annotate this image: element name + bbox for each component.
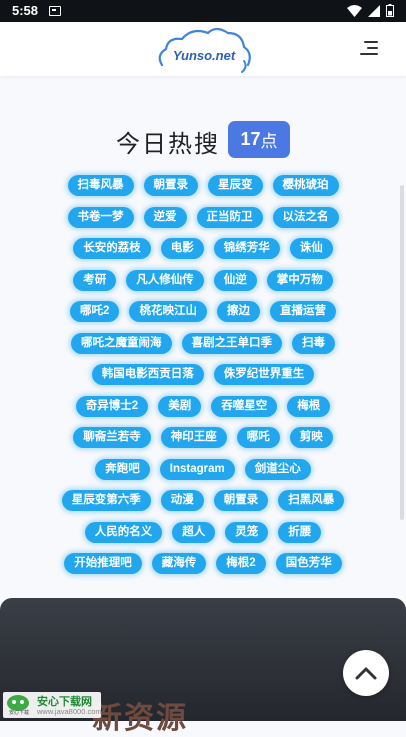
hot-search-tag[interactable]: Instagram [159, 458, 235, 480]
hot-search-tag[interactable]: 扫黑风暴 [278, 490, 345, 512]
chevron-up-icon [355, 667, 377, 680]
notification-box-icon [49, 6, 61, 16]
hot-search-tag[interactable]: 灵笼 [225, 521, 269, 543]
hot-search-tag[interactable]: 诛仙 [289, 238, 333, 260]
watermark: 安心下载 安心下载网 www.java8000.com [3, 692, 102, 718]
site-header: Yunso.net [0, 22, 406, 76]
hot-search-title-row: 今日热搜 17 点 [0, 118, 406, 162]
tag-row: 哪吒之魔童闹海 喜剧之王单口季 扫毒 [0, 328, 406, 360]
hot-search-tag[interactable]: 掌中万物 [266, 269, 333, 291]
wifi-icon [347, 4, 362, 17]
hot-search-tag[interactable]: 超人 [172, 521, 216, 543]
hot-search-tag[interactable]: 开始推理吧 [64, 553, 142, 575]
hot-search-tag[interactable]: 折腰 [278, 521, 322, 543]
hot-search-tag[interactable]: 哪吒2 [70, 301, 120, 323]
hot-search-tag[interactable]: 侏罗纪世界重生 [213, 364, 315, 386]
hot-search-tag[interactable]: 凡人修仙传 [126, 269, 204, 291]
hot-search-tag[interactable]: 仙逆 [213, 269, 257, 291]
tag-row: 韩国电影西贡日落 侏罗纪世界重生 [0, 359, 406, 391]
hot-search-tag[interactable]: 国色芳华 [275, 553, 342, 575]
hot-search-tag[interactable]: 扫毒 [292, 332, 335, 354]
watermark-logo-text: 安心下载 [9, 710, 30, 716]
hot-search-tag[interactable]: 朝置录 [213, 490, 269, 512]
hot-search-tag[interactable]: 聊斋兰若寺 [73, 427, 151, 449]
hot-search-tag[interactable]: 考研 [73, 269, 117, 291]
hot-search-tag[interactable]: 擦边 [216, 301, 260, 323]
tag-row: 奔跑吧 Instagram 剑道尘心 [0, 454, 406, 486]
tag-row: 哪吒2 桃花映江山 擦边 直播运营 [0, 296, 406, 328]
hot-search-tag[interactable]: 锦绣芳华 [213, 238, 280, 260]
menu-icon[interactable] [360, 40, 378, 56]
hot-search-tag[interactable]: 梅根 [287, 395, 331, 417]
hot-search-tag[interactable]: 朝置录 [143, 175, 198, 197]
badge-number: 17 [240, 129, 261, 149]
hot-search-tag[interactable]: 哪吒 [236, 427, 280, 449]
hot-search-tag[interactable]: 动漫 [160, 490, 204, 512]
tag-row: 聊斋兰若寺 神印王座 哪吒 剪映 [0, 422, 406, 454]
badge-unit: 点 [260, 132, 278, 151]
hot-search-tag[interactable]: 神印王座 [160, 427, 227, 449]
tag-row: 考研 凡人修仙传 仙逆 掌中万物 [0, 265, 406, 297]
watermark-url: www.java8000.com [37, 707, 102, 716]
hot-search-tag[interactable]: 桃花映江山 [129, 301, 207, 323]
hot-search-tag[interactable]: 吞噬星空 [211, 395, 278, 417]
site-logo[interactable]: Yunso.net [154, 25, 254, 75]
status-time: 5:58 [12, 3, 39, 18]
hot-search-tag[interactable]: 藏海传 [151, 553, 207, 575]
hot-search-tag[interactable]: 人民的名义 [84, 521, 163, 543]
hot-search-tag[interactable]: 电影 [160, 238, 204, 260]
tag-row: 人民的名义 超人 灵笼 折腰 [0, 517, 406, 549]
tag-row: 星辰变第六季 动漫 朝置录 扫黑风暴 [0, 485, 406, 517]
hot-search-tag[interactable]: 星辰变第六季 [61, 490, 151, 512]
hot-search-tag[interactable]: 韩国电影西贡日落 [91, 364, 204, 386]
scroll-to-top-button[interactable] [343, 650, 389, 696]
hot-search-tag[interactable]: 星辰变 [208, 175, 263, 197]
tag-row: 奇异博士2 美剧 吞噬星空 梅根 [0, 391, 406, 423]
signal-icon [368, 4, 380, 17]
status-bar: 5:58 [0, 0, 406, 22]
tag-row: 长安的荔枝 电影 锦绣芳华 诛仙 [0, 233, 406, 265]
status-icons [347, 4, 394, 17]
time-badge: 17 点 [228, 121, 290, 158]
logo-text: Yunso.net [172, 48, 236, 63]
tag-row: 开始推理吧 藏海传 梅根2 国色芳华 [0, 548, 406, 580]
hot-search-tag[interactable]: 奔跑吧 [95, 458, 150, 480]
battery-icon [386, 4, 394, 17]
hot-search-tag[interactable]: 以法之名 [272, 206, 339, 228]
hot-search-tag[interactable]: 逆爱 [143, 206, 187, 228]
hot-search-tag[interactable]: 剪映 [289, 427, 333, 449]
hot-search-tag[interactable]: 剑道尘心 [244, 458, 311, 480]
hot-search-tag[interactable]: 美剧 [158, 395, 202, 417]
tag-row: 扫毒风暴 朝置录 星辰变 樱桃琥珀 [0, 170, 406, 202]
panel-heading: 新资源 [92, 702, 188, 735]
hot-search-tag[interactable]: 正当防卫 [196, 206, 263, 228]
hot-search-tag[interactable]: 扫毒风暴 [67, 175, 134, 197]
hot-search-title: 今日热搜 [116, 131, 220, 158]
hot-search-tag[interactable]: 哪吒之魔童闹海 [71, 332, 172, 354]
hot-search-tags: 扫毒风暴 朝置录 星辰变 樱桃琥珀 书卷一梦 逆爱 正当防卫 以法之名 长安的荔枝 电影 锦绣芳华诛… [0, 170, 406, 580]
hot-search-tag[interactable]: 梅根2 [216, 553, 266, 575]
hot-search-tag[interactable]: 樱桃琥珀 [272, 175, 339, 197]
hot-search-tag[interactable]: 喜剧之王单口季 [181, 332, 282, 354]
hot-search-tag[interactable]: 书卷一梦 [67, 206, 134, 228]
hot-search-tag[interactable]: 奇异博士2 [75, 395, 149, 417]
tag-row: 书卷一梦 逆爱 正当防卫 以法之名 [0, 202, 406, 234]
hot-search-tag[interactable]: 直播运营 [269, 301, 336, 323]
hot-search-tag[interactable]: 长安的荔枝 [73, 238, 151, 260]
